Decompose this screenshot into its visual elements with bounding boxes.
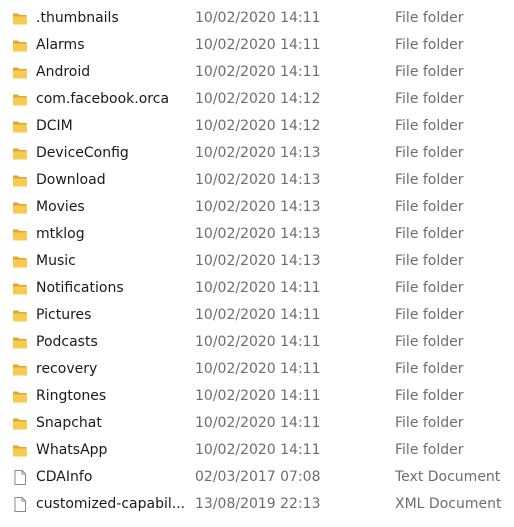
- file-type: XML Document: [395, 496, 502, 512]
- file-row[interactable]: Music 10/02/2020 14:13 File folder: [0, 248, 514, 275]
- file-row[interactable]: Notifications 10/02/2020 14:11 File folder: [0, 275, 514, 302]
- file-row[interactable]: WhatsApp 10/02/2020 14:11 File folder: [0, 437, 514, 464]
- file-type: File folder: [395, 442, 464, 458]
- date-modified: 10/02/2020 14:13: [195, 253, 321, 269]
- folder-icon: [12, 362, 28, 377]
- file-type: File folder: [395, 334, 464, 350]
- file-row[interactable]: Podcasts 10/02/2020 14:11 File folder: [0, 329, 514, 356]
- document-icon: [12, 470, 28, 485]
- file-list: .thumbnails 10/02/2020 14:11 File folder Al…: [0, 0, 514, 527]
- date-modified: 10/02/2020 14:11: [195, 10, 321, 26]
- date-modified: 10/02/2020 14:11: [195, 334, 321, 350]
- folder-icon: [12, 254, 28, 269]
- folder-icon: [12, 227, 28, 242]
- file-type: File folder: [395, 415, 464, 431]
- file-row[interactable]: Download 10/02/2020 14:13 File folder: [0, 167, 514, 194]
- file-name: mtklog: [36, 226, 85, 242]
- file-type: File folder: [395, 226, 464, 242]
- file-type: File folder: [395, 253, 464, 269]
- file-row[interactable]: Android 10/02/2020 14:11 File folder: [0, 59, 514, 86]
- file-row[interactable]: customized-capabil... 13/08/2019 22:13 XML…: [0, 491, 514, 518]
- date-modified: 10/02/2020 14:13: [195, 199, 321, 215]
- file-name: Pictures: [36, 307, 92, 323]
- folder-icon: [12, 38, 28, 53]
- file-name: Download: [36, 172, 106, 188]
- file-row[interactable]: Alarms 10/02/2020 14:11 File folder: [0, 32, 514, 59]
- file-type: File folder: [395, 37, 464, 53]
- date-modified: 10/02/2020 14:11: [195, 442, 321, 458]
- file-row[interactable]: CDAInfo 02/03/2017 07:08 Text Document: [0, 464, 514, 491]
- folder-icon: [12, 173, 28, 188]
- folder-icon: [12, 65, 28, 80]
- file-type: File folder: [395, 145, 464, 161]
- file-type: File folder: [395, 10, 464, 26]
- file-name: Snapchat: [36, 415, 102, 431]
- folder-icon: [12, 146, 28, 161]
- folder-icon: [12, 389, 28, 404]
- file-name: .thumbnails: [36, 10, 119, 26]
- file-type: File folder: [395, 307, 464, 323]
- date-modified: 10/02/2020 14:11: [195, 64, 321, 80]
- file-type: File folder: [395, 91, 464, 107]
- file-row[interactable]: DCIM 10/02/2020 14:12 File folder: [0, 113, 514, 140]
- file-row[interactable]: com.facebook.orca 10/02/2020 14:12 File fo…: [0, 86, 514, 113]
- file-name: CDAInfo: [36, 469, 93, 485]
- file-type: File folder: [395, 361, 464, 377]
- file-row[interactable]: Pictures 10/02/2020 14:11 File folder: [0, 302, 514, 329]
- folder-icon: [12, 200, 28, 215]
- date-modified: 10/02/2020 14:12: [195, 118, 321, 134]
- date-modified: 10/02/2020 14:13: [195, 172, 321, 188]
- file-row[interactable]: .thumbnails 10/02/2020 14:11 File folder: [0, 5, 514, 32]
- folder-icon: [12, 335, 28, 350]
- file-name: recovery: [36, 361, 98, 377]
- file-type: File folder: [395, 172, 464, 188]
- file-name: Ringtones: [36, 388, 107, 404]
- folder-icon: [12, 416, 28, 431]
- file-type: File folder: [395, 199, 464, 215]
- file-name: com.facebook.orca: [36, 91, 170, 107]
- date-modified: 10/02/2020 14:11: [195, 388, 321, 404]
- file-name: WhatsApp: [36, 442, 108, 458]
- date-modified: 10/02/2020 14:11: [195, 361, 321, 377]
- folder-icon: [12, 443, 28, 458]
- file-row[interactable]: mtklog 10/02/2020 14:13 File folder: [0, 221, 514, 248]
- file-name: DeviceConfig: [36, 145, 129, 161]
- file-name: customized-capabil...: [36, 496, 186, 512]
- file-name: Android: [36, 64, 91, 80]
- file-row[interactable]: Snapchat 10/02/2020 14:11 File folder: [0, 410, 514, 437]
- file-name: Notifications: [36, 280, 124, 296]
- file-name: Movies: [36, 199, 85, 215]
- date-modified: 02/03/2017 07:08: [195, 469, 321, 485]
- file-name: Podcasts: [36, 334, 98, 350]
- file-type: Text Document: [395, 469, 501, 485]
- file-type: File folder: [395, 118, 464, 134]
- file-row[interactable]: DeviceConfig 10/02/2020 14:13 File folder: [0, 140, 514, 167]
- date-modified: 13/08/2019 22:13: [195, 496, 321, 512]
- document-icon: [12, 497, 28, 512]
- file-row[interactable]: Movies 10/02/2020 14:13 File folder: [0, 194, 514, 221]
- date-modified: 10/02/2020 14:11: [195, 307, 321, 323]
- folder-icon: [12, 119, 28, 134]
- folder-icon: [12, 11, 28, 26]
- file-row[interactable]: Ringtones 10/02/2020 14:11 File folder: [0, 383, 514, 410]
- date-modified: 10/02/2020 14:13: [195, 145, 321, 161]
- file-name: DCIM: [36, 118, 73, 134]
- folder-icon: [12, 308, 28, 323]
- file-row[interactable]: recovery 10/02/2020 14:11 File folder: [0, 356, 514, 383]
- file-type: File folder: [395, 280, 464, 296]
- date-modified: 10/02/2020 14:11: [195, 37, 321, 53]
- file-type: File folder: [395, 388, 464, 404]
- file-name: Alarms: [36, 37, 85, 53]
- date-modified: 10/02/2020 14:11: [195, 415, 321, 431]
- file-name: Music: [36, 253, 76, 269]
- date-modified: 10/02/2020 14:11: [195, 280, 321, 296]
- folder-icon: [12, 281, 28, 296]
- date-modified: 10/02/2020 14:13: [195, 226, 321, 242]
- folder-icon: [12, 92, 28, 107]
- file-type: File folder: [395, 64, 464, 80]
- date-modified: 10/02/2020 14:12: [195, 91, 321, 107]
